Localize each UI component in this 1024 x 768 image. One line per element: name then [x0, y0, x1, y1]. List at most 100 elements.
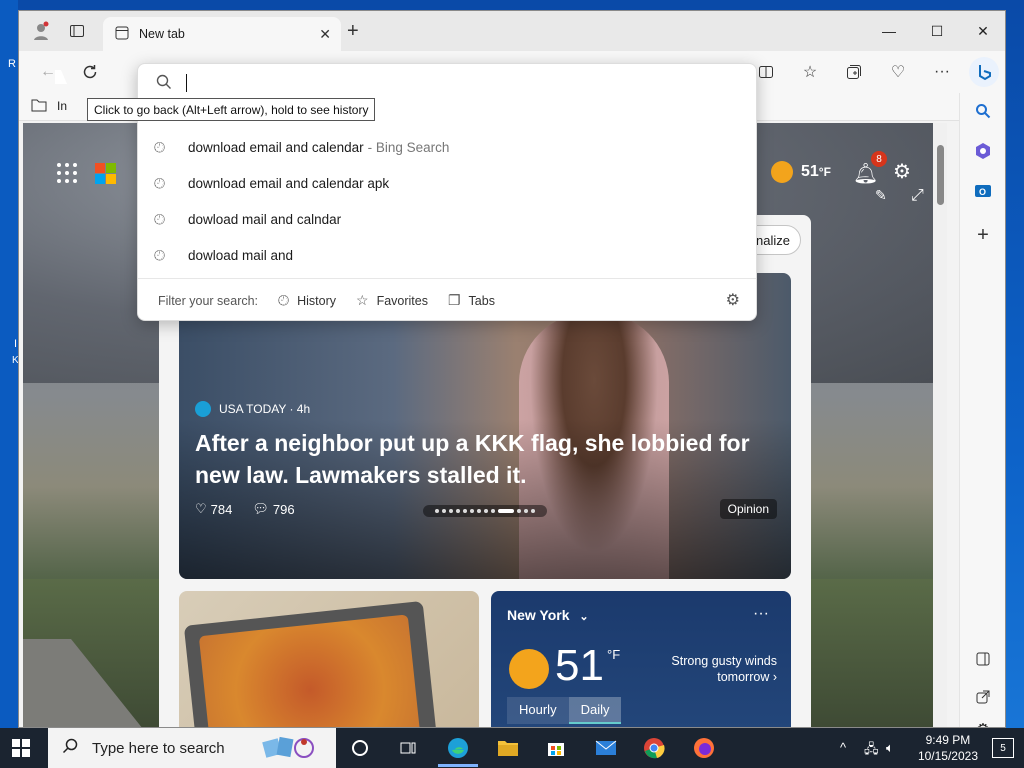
customize-pen-icon[interactable]: ✎	[875, 187, 887, 204]
weather-city[interactable]: New York ⌄	[507, 607, 589, 623]
add-sidebar-app-icon[interactable]: +	[971, 223, 995, 247]
firefox-icon[interactable]	[692, 736, 716, 760]
filter-tabs[interactable]: ❐ Tabs	[448, 292, 495, 309]
tab-hourly[interactable]: Hourly	[507, 697, 569, 724]
volume-icon[interactable]: 🔈︎	[886, 740, 894, 756]
favorites-folder-label[interactable]: In	[57, 99, 67, 113]
address-bar[interactable]	[138, 64, 756, 100]
weather-widget-top[interactable]: 51 °F	[771, 161, 831, 183]
weather-card[interactable]: New York ⌄ ··· 51 °F Strong gusty winds …	[491, 591, 791, 727]
scrollbar-thumb[interactable]	[937, 145, 944, 205]
star-icon: ☆	[356, 292, 369, 308]
weather-card-unit: °F	[607, 647, 621, 662]
weather-wind-alert[interactable]: Strong gusty winds tomorrow ›	[637, 653, 777, 685]
carousel-pager[interactable]	[423, 505, 547, 517]
clock[interactable]: 9:49 PM 10/15/2023	[918, 732, 978, 764]
hero-headline[interactable]: After a neighbor put up a KKK flag, she …	[195, 427, 775, 491]
address-input[interactable]	[186, 72, 706, 92]
new-tab-button[interactable]: +	[347, 21, 359, 41]
settings-and-more-icon[interactable]: ···	[929, 60, 955, 84]
edge-icon[interactable]	[438, 736, 478, 767]
cortana-icon[interactable]	[348, 736, 372, 760]
filter-favorites[interactable]: ☆ Favorites	[356, 292, 428, 309]
like-icon[interactable]: ♡	[195, 501, 207, 517]
suggestion-text: download email and calendar apk	[188, 176, 390, 191]
history-icon: 🕘︎	[154, 247, 166, 263]
more-options-icon[interactable]: ···	[753, 605, 769, 623]
suggestion-text: download email and calendar	[188, 140, 364, 155]
suggestion-text: dowload mail and calndar	[188, 212, 342, 227]
mail-icon[interactable]	[594, 736, 618, 760]
history-icon: 🕘︎	[278, 292, 290, 308]
profile-avatar-icon[interactable]	[29, 19, 53, 43]
maximize-button[interactable]: ☐	[915, 17, 959, 45]
copilot-sidebar-icon[interactable]	[971, 139, 995, 163]
close-window-button[interactable]: ✕	[961, 17, 1005, 45]
browser-window: New tab ✕ + — ☐ ✕ ← ☆ ♡ ··· In O + 51 °F…	[18, 10, 1006, 728]
search-icon	[156, 74, 171, 89]
app-launcher-icon[interactable]	[57, 163, 77, 183]
weather-unit: °F	[818, 165, 831, 179]
tab-actions-icon[interactable]	[65, 19, 89, 43]
news-source[interactable]: USA TODAY · 4h	[195, 401, 310, 417]
weather-tabs: Hourly Daily	[507, 697, 622, 724]
food-news-card[interactable]	[179, 591, 479, 727]
suggestion-item[interactable]: 🕘︎ dowload mail and	[154, 247, 293, 264]
favorites-icon[interactable]: ☆	[797, 60, 823, 84]
dropdown-divider	[138, 278, 756, 279]
suggestion-item[interactable]: 🕘︎ dowload mail and calndar	[154, 211, 341, 228]
suggestion-item[interactable]: 🕘︎ download email and calendar apk	[154, 175, 389, 192]
store-icon[interactable]	[544, 736, 568, 760]
collections-icon[interactable]	[841, 60, 867, 84]
usa-today-logo-icon	[195, 401, 211, 417]
refresh-icon[interactable]	[77, 60, 103, 84]
expand-icon[interactable]: ⤢	[911, 187, 924, 205]
open-external-icon[interactable]	[971, 685, 995, 709]
sidebar-settings-icon[interactable]: ⚙	[971, 717, 995, 727]
network-icon[interactable]: 🖧︎	[864, 740, 879, 762]
chrome-icon[interactable]	[642, 736, 666, 760]
copilot-icon[interactable]	[969, 57, 999, 87]
page-scrollbar[interactable]	[933, 123, 947, 727]
folder-icon[interactable]	[31, 98, 47, 115]
clock-time: 9:49 PM	[925, 733, 971, 747]
hide-sidebar-icon[interactable]	[971, 647, 995, 671]
chevron-down-icon: ⌄	[579, 611, 589, 623]
tab-daily[interactable]: Daily	[568, 697, 622, 724]
page-settings-gear-icon[interactable]: ⚙	[893, 159, 911, 184]
svg-text:O: O	[979, 187, 986, 197]
desktop-icon-label-partial: R	[8, 58, 16, 70]
tab-new-tab[interactable]: New tab ✕	[103, 17, 341, 51]
windows-start-icon[interactable]	[12, 739, 30, 757]
outlook-icon[interactable]: O	[971, 179, 995, 203]
taskbar-search-box[interactable]: Type here to search	[48, 728, 336, 768]
clock-date: 10/15/2023	[917, 749, 978, 763]
suggestion-item[interactable]: 🕘︎ download email and calendar - Bing Se…	[154, 139, 449, 156]
notification-count: 5	[1000, 742, 1006, 754]
weather-sun-icon	[771, 161, 793, 183]
city-label: New York	[507, 607, 570, 623]
search-placeholder: Type here to search	[92, 739, 225, 757]
search-icon	[62, 738, 78, 759]
like-count: 784	[210, 501, 233, 517]
microsoft-logo-icon[interactable]	[95, 163, 117, 185]
history-icon: 🕘︎	[154, 139, 166, 155]
action-center-icon[interactable]: 5	[992, 738, 1014, 758]
task-view-icon[interactable]	[396, 736, 420, 760]
comment-icon[interactable]: 💬︎	[252, 501, 269, 517]
weather-card-sun-icon	[509, 649, 549, 689]
category-tag[interactable]: Opinion	[719, 499, 777, 519]
search-filter-row: Filter your search: 🕘︎ History ☆ Favorites…	[158, 292, 495, 309]
title-bar: New tab ✕ + — ☐ ✕	[19, 11, 1005, 51]
weather-temp: 51	[801, 163, 819, 180]
show-hidden-icons-chevron-icon[interactable]: ^	[840, 740, 846, 755]
minimize-button[interactable]: —	[867, 17, 911, 45]
search-icon[interactable]	[971, 99, 995, 123]
search-settings-gear-icon[interactable]: ⚙	[726, 290, 740, 310]
filter-favorites-label: Favorites	[376, 293, 428, 308]
browser-essentials-icon[interactable]: ♡	[885, 60, 911, 84]
file-explorer-icon[interactable]	[496, 736, 520, 760]
filter-history[interactable]: 🕘︎ History	[278, 292, 336, 309]
filter-tabs-label: Tabs	[468, 293, 495, 308]
close-tab-icon[interactable]: ✕	[319, 26, 331, 43]
